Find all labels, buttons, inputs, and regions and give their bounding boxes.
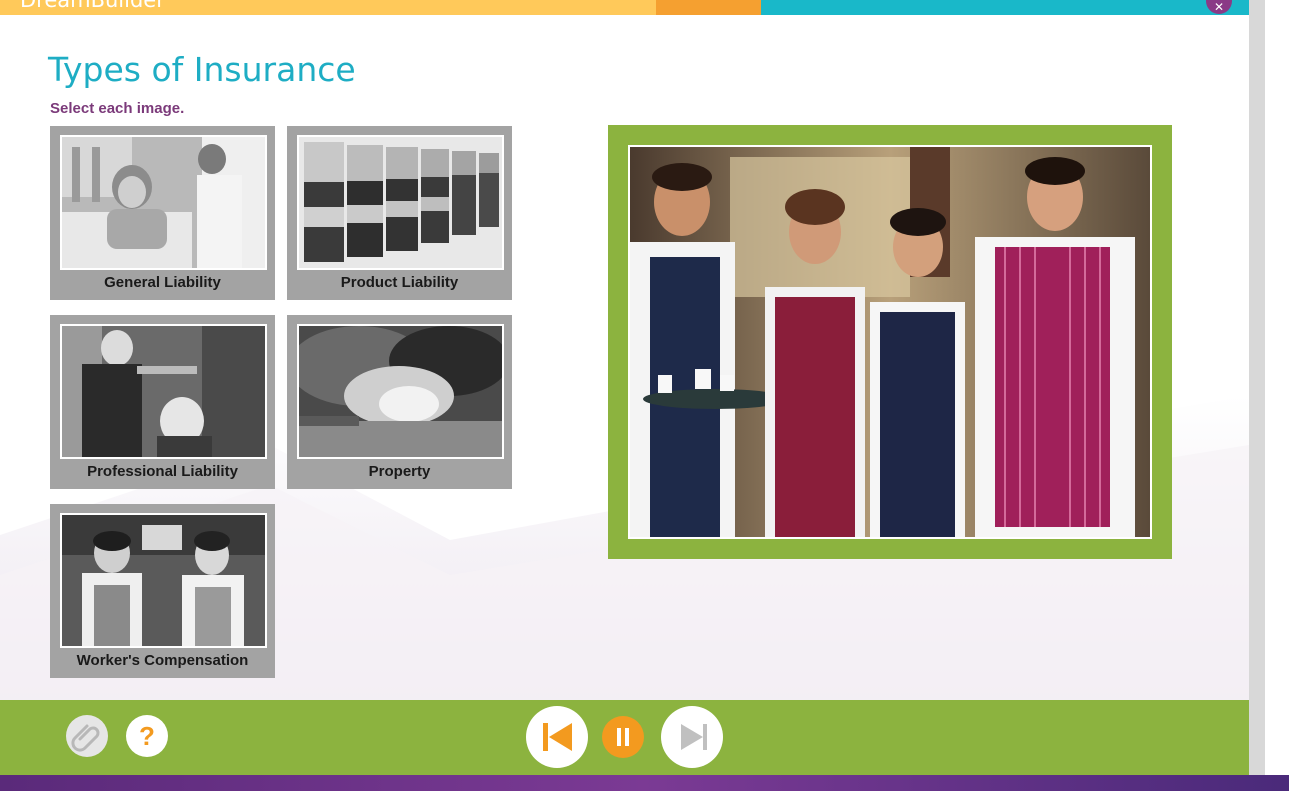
product-liability-image [297, 135, 504, 270]
tile-label: Worker's Compensation [76, 652, 249, 669]
tile-label: Property [368, 463, 431, 480]
instruction-text: Select each image. [50, 100, 185, 117]
help-button[interactable]: ? [126, 715, 168, 757]
pause-button[interactable] [602, 716, 644, 758]
tile-professional-liability[interactable]: Professional Liability [50, 315, 275, 489]
property-image [297, 324, 504, 459]
header-segment-orange [656, 0, 761, 15]
control-bar: ? [0, 700, 1249, 775]
skip-forward-icon [681, 724, 707, 750]
tile-workers-compensation[interactable]: Worker's Compensation [50, 504, 275, 678]
header-segment-teal [761, 0, 1249, 15]
next-button[interactable] [661, 706, 723, 768]
header-bar: DreamBuilder ✕ [0, 0, 1249, 15]
tile-label: Professional Liability [87, 463, 238, 480]
outer-background [1265, 0, 1289, 791]
previous-button[interactable] [526, 706, 588, 768]
window-frame-right [1249, 0, 1265, 775]
attachments-button[interactable] [66, 715, 108, 757]
featured-image-frame [608, 125, 1172, 559]
tile-property[interactable]: Property [287, 315, 512, 489]
tile-product-liability[interactable]: Product Liability [287, 126, 512, 300]
slide-content: Types of Insurance Select each image. Ge… [0, 15, 1249, 700]
page-title: Types of Insurance [48, 50, 356, 89]
question-mark-icon: ? [139, 721, 155, 751]
paperclip-icon [71, 724, 100, 752]
professional-liability-image [60, 324, 267, 459]
tile-label: General Liability [104, 274, 221, 291]
tile-general-liability[interactable]: General Liability [50, 126, 275, 300]
workers-compensation-image [60, 513, 267, 648]
footer-strip [0, 775, 1289, 791]
featured-image [628, 145, 1152, 539]
app-title: DreamBuilder [20, 0, 165, 12]
pause-icon [617, 728, 629, 746]
general-liability-image [60, 135, 267, 270]
close-button[interactable]: ✕ [1206, 0, 1232, 14]
skip-back-icon [543, 723, 572, 751]
tile-label: Product Liability [340, 274, 459, 291]
